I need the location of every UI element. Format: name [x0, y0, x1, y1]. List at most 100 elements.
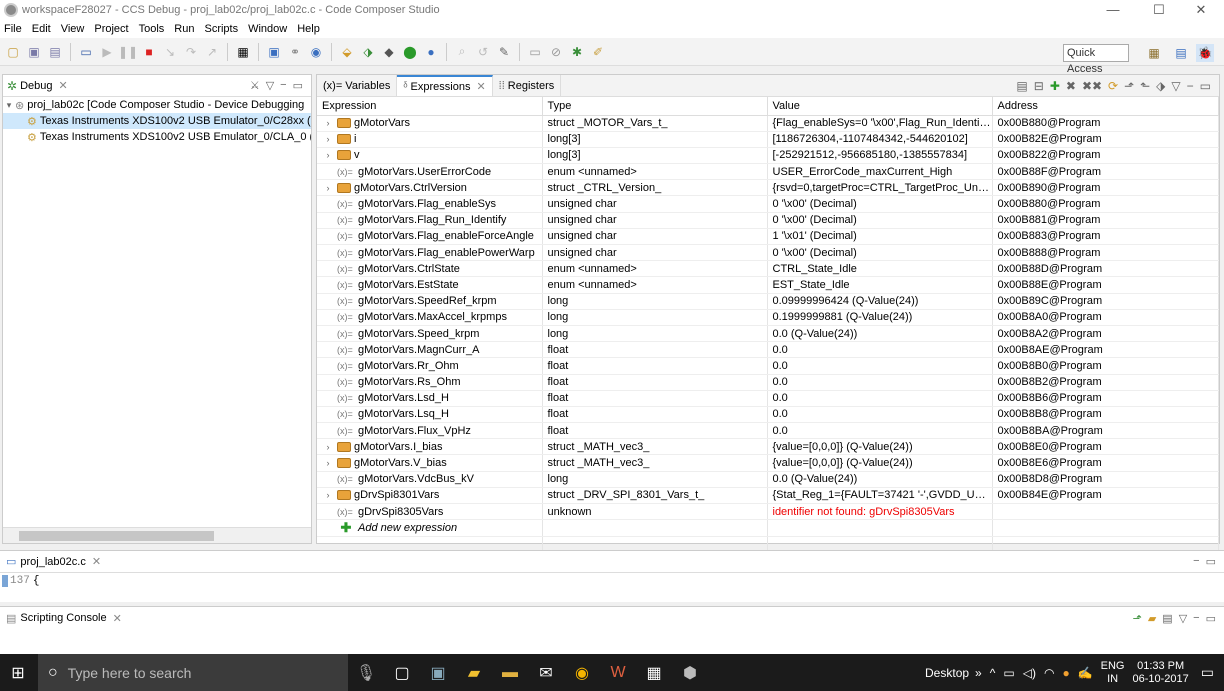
cell-value[interactable]: 1 '\x01' (Decimal): [767, 228, 993, 246]
menu-tools[interactable]: Tools: [139, 23, 165, 35]
ccs-edit-perspective-icon[interactable]: ▤: [1172, 44, 1190, 62]
tree-item-cla[interactable]: ⚙ Texas Instruments XDS100v2 USB Emulato…: [3, 129, 311, 145]
start-icon[interactable]: ⊞: [0, 654, 36, 691]
cell-value[interactable]: USER_ErrorCode_maxCurrent_High: [767, 163, 993, 181]
word-icon[interactable]: W: [600, 654, 636, 691]
history-icon[interactable]: ↺: [474, 43, 492, 61]
memory-icon[interactable]: ▦: [234, 43, 252, 61]
collapse-all-icon[interactable]: ⊟: [1034, 79, 1044, 93]
cell-value[interactable]: 0 '\x00' (Decimal): [767, 212, 993, 229]
table-row[interactable]: › gMotorVars.I_bias struct _MATH_vec3_ {val…: [317, 438, 1219, 456]
chevron-right-icon[interactable]: ›: [322, 150, 334, 160]
cell-value[interactable]: 0.0: [767, 357, 993, 375]
menu-project[interactable]: Project: [94, 23, 128, 35]
table-row[interactable]: (x)= gMotorVars.Flux_VpHz float 0.0 0x00B8BA…: [317, 422, 1219, 440]
ccs-icon[interactable]: ⬢: [672, 654, 708, 691]
chevron-right-icon[interactable]: ›: [322, 183, 334, 193]
open-console-icon[interactable]: ⬏: [1133, 612, 1142, 625]
cell-value[interactable]: 0.0: [767, 374, 993, 391]
cell-value[interactable]: 0.0 (Q-Value(24)): [767, 471, 993, 488]
cell-value[interactable]: 0 '\x00' (Decimal): [767, 195, 993, 213]
search-icon[interactable]: ⌕: [453, 43, 471, 61]
table-row[interactable]: › gDrvSpi8301Vars struct _DRV_SPI_8301_Var…: [317, 487, 1219, 505]
minimize-button[interactable]: —: [1090, 0, 1136, 20]
view-menu-icon[interactable]: ▽: [1171, 79, 1180, 93]
view-icon[interactable]: ▭: [526, 43, 544, 61]
save-all-icon[interactable]: ▤: [46, 43, 64, 61]
add-new-expression-label[interactable]: Add new expression: [358, 522, 457, 534]
remove-all-icon[interactable]: ✖✖: [1082, 79, 1102, 93]
table-row[interactable]: (x)= gMotorVars.EstState enum <unnamed> EST…: [317, 276, 1219, 294]
maximize-view-icon[interactable]: ▭: [1206, 612, 1216, 625]
table-row[interactable]: (x)= gMotorVars.MagnCurr_A float 0.0 0x00B8A…: [317, 341, 1219, 359]
load-program-icon[interactable]: ⬙: [338, 43, 356, 61]
desktop-label[interactable]: Desktop: [925, 666, 969, 680]
new-icon[interactable]: ▢: [4, 43, 22, 61]
minimize-view-icon[interactable]: −: [280, 79, 286, 92]
close-button[interactable]: ✕: [1178, 0, 1224, 20]
close-tab-icon[interactable]: ✕: [92, 555, 101, 568]
chrome-icon[interactable]: ◉: [564, 654, 600, 691]
external-tools-icon[interactable]: ●: [422, 43, 440, 61]
close-tab-icon[interactable]: ✕: [476, 80, 485, 93]
editor-tab[interactable]: proj_lab02c.c: [20, 556, 85, 568]
chevron-right-icon[interactable]: ›: [322, 458, 334, 468]
maximize-view-icon[interactable]: ▭: [293, 79, 303, 92]
chevron-right-icon[interactable]: ›: [322, 442, 334, 452]
pen-icon[interactable]: ✍: [1078, 666, 1093, 680]
wifi-icon[interactable]: ◠: [1044, 666, 1054, 680]
file-explorer-icon[interactable]: ▬: [492, 654, 528, 691]
language-indicator[interactable]: ENG IN: [1101, 660, 1125, 686]
cell-value[interactable]: EST_State_Idle: [767, 276, 993, 294]
table-row[interactable]: (x)= gDrvSpi8305Vars unknown identifier not…: [317, 503, 1219, 521]
cell-value[interactable]: 0.0: [767, 422, 993, 440]
table-row[interactable]: (x)= gMotorVars.UserErrorCode enum <unname…: [317, 163, 1219, 181]
link-icon[interactable]: ⚭: [286, 43, 304, 61]
table-row[interactable]: › v long[3] [-252921512,-956685180,-1385557…: [317, 147, 1219, 165]
maximize-button[interactable]: ☐: [1136, 0, 1182, 20]
minimize-view-icon[interactable]: −: [1193, 555, 1199, 568]
col-address[interactable]: Address: [992, 97, 1219, 116]
calculator-icon[interactable]: ▦: [636, 654, 672, 691]
cell-value[interactable]: [-252921512,-956685180,-1385557834]: [767, 147, 993, 165]
debug-icon[interactable]: ◉: [307, 43, 325, 61]
tab-expressions[interactable]: ᵟ Expressions ✕: [397, 75, 493, 96]
chevron-down-icon[interactable]: ▾: [3, 100, 15, 111]
chevron-right-icon[interactable]: ›: [322, 118, 334, 128]
cell-value[interactable]: [1186726304,-1107484342,-544620102]: [767, 131, 993, 148]
chevron-up-icon[interactable]: ^: [990, 666, 996, 680]
app-icon-1[interactable]: ▣: [420, 654, 456, 691]
toggle-breakpoint-icon[interactable]: ✎: [495, 43, 513, 61]
table-row[interactable]: (x)= gMotorVars.Flag_Run_Identify unsigned…: [317, 212, 1219, 229]
view-menu-icon[interactable]: ▽: [266, 79, 274, 92]
table-row[interactable]: (x)= gMotorVars.Lsd_H float 0.0 0x00B8B6@Pro…: [317, 390, 1219, 407]
menu-scripts[interactable]: Scripts: [204, 23, 238, 35]
show-type-icon[interactable]: ▤: [1016, 79, 1027, 93]
chevron-right-icon[interactable]: »: [975, 666, 982, 680]
table-row[interactable]: › gMotorVars.V_bias struct _MATH_vec3_ {val…: [317, 454, 1219, 472]
cell-value[interactable]: CTRL_State_Idle: [767, 260, 993, 278]
table-row[interactable]: › gMotorVars struct _MOTOR_Vars_t_ {Flag_en…: [317, 115, 1219, 132]
cell-value[interactable]: {rsvd=0,targetProc=CTRL_TargetProc_Unkn.…: [767, 179, 993, 197]
run-icon[interactable]: ⬤: [401, 43, 419, 61]
network-icon[interactable]: ▭: [1003, 666, 1014, 680]
menu-run[interactable]: Run: [174, 23, 194, 35]
resume-icon[interactable]: ▶: [98, 43, 116, 61]
suspend-icon[interactable]: ❚❚: [118, 43, 138, 61]
table-row[interactable]: (x)= gMotorVars.VdcBus_kV long 0.0 (Q-Value…: [317, 471, 1219, 488]
connect-icon[interactable]: ▣: [265, 43, 283, 61]
cell-value[interactable]: identifier not found: gDrvSpi8305Vars: [767, 503, 993, 521]
cell-value[interactable]: 0.0: [767, 390, 993, 407]
col-type[interactable]: Type: [542, 97, 768, 116]
quick-access-field[interactable]: Quick Access: [1063, 44, 1129, 75]
table-row[interactable]: (x)= gMotorVars.Lsq_H float 0.0 0x00B8B8@Pro…: [317, 406, 1219, 424]
view-menu-icon[interactable]: ▽: [1179, 612, 1187, 625]
add-expression-row[interactable]: ✚ Add new expression: [317, 519, 1219, 538]
step-into-icon[interactable]: ↘: [161, 43, 179, 61]
open-file-icon[interactable]: ▰: [1148, 612, 1156, 625]
close-tab-icon[interactable]: ✕: [58, 79, 67, 92]
scrollbar-thumb[interactable]: [19, 531, 214, 541]
notification-icon[interactable]: ▭: [1201, 664, 1214, 681]
save-icon[interactable]: ▣: [25, 43, 43, 61]
col-value[interactable]: Value: [767, 97, 993, 116]
